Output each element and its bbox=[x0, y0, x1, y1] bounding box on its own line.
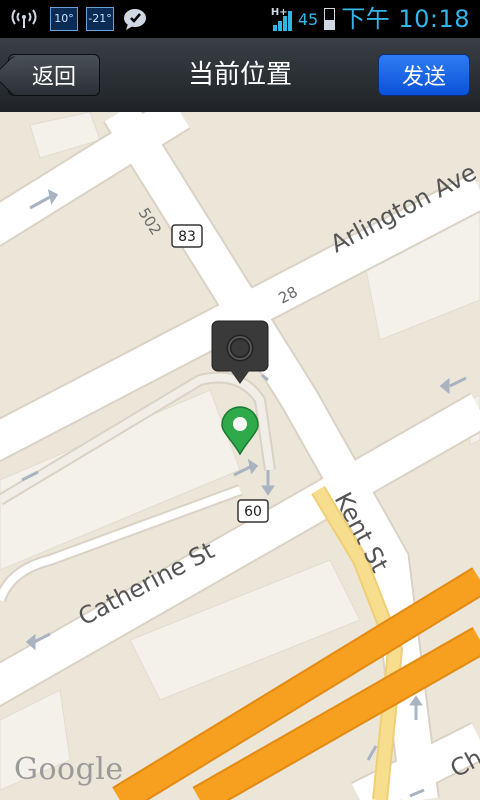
battery-percent: 45 bbox=[297, 9, 319, 29]
chat-icon bbox=[122, 7, 148, 31]
route-shield-83-label: 83 bbox=[178, 229, 196, 245]
route-shield-60-label: 60 bbox=[244, 504, 262, 520]
map-view[interactable]: 83 60 502 28 Arlington Ave Catherine St … bbox=[0, 112, 480, 800]
temperature-icon: -21° bbox=[86, 7, 114, 31]
google-logo: Google bbox=[14, 752, 124, 787]
map-canvas[interactable]: 83 60 502 28 Arlington Ave Catherine St … bbox=[0, 112, 480, 800]
back-button-label: 返回 bbox=[31, 65, 76, 90]
clock: 下午 10:18 bbox=[341, 5, 470, 33]
network-type-label: H+ bbox=[270, 7, 288, 18]
temperature-icon: 10° bbox=[50, 7, 78, 31]
status-bar: 10° -21° H+ 45 下午 10:18 bbox=[0, 0, 480, 38]
title-bar: 返回 当前位置 发送 bbox=[0, 38, 480, 113]
status-right: H+ 45 下午 10:18 bbox=[270, 4, 470, 34]
network-signal-icon: H+ bbox=[270, 7, 292, 31]
battery-icon bbox=[324, 8, 336, 30]
send-button-label: 发送 bbox=[401, 65, 446, 90]
signal-broadcast-icon bbox=[10, 7, 38, 31]
send-button[interactable]: 发送 bbox=[378, 54, 470, 96]
